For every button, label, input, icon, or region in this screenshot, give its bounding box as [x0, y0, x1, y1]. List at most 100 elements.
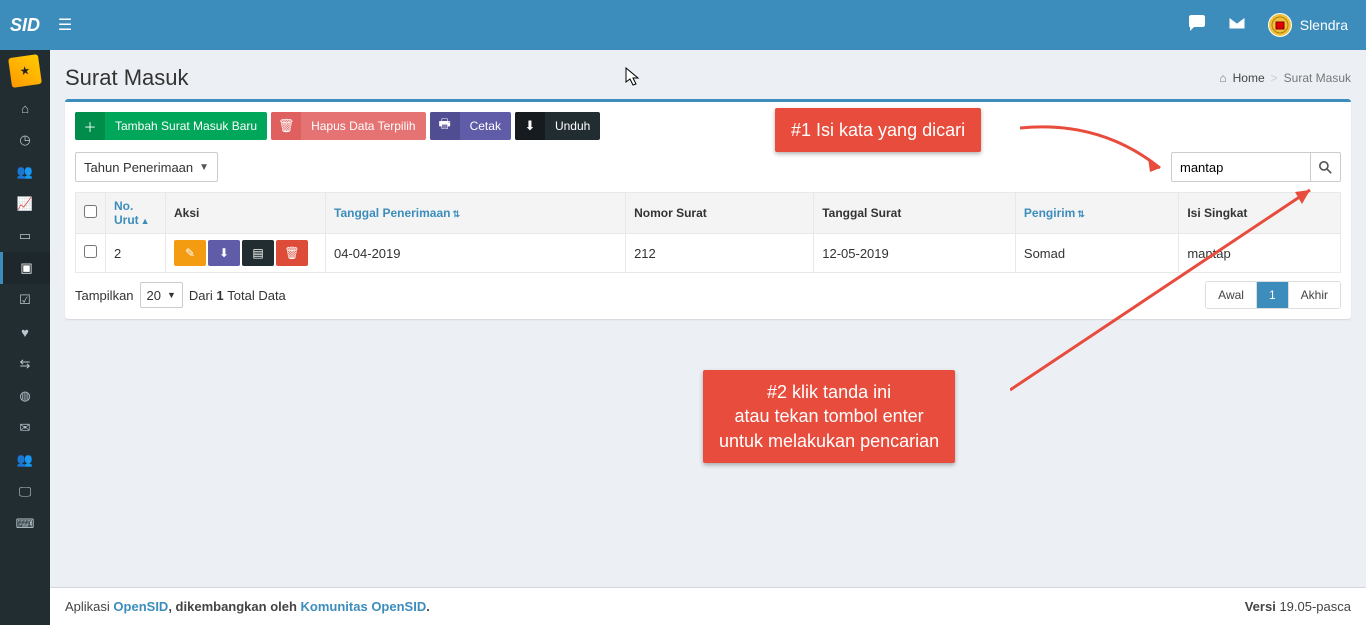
- user-menu[interactable]: Slendra: [1268, 13, 1348, 37]
- sidebar-item-chart[interactable]: 📈: [0, 188, 50, 220]
- col-isi-singkat: Isi Singkat: [1179, 193, 1341, 234]
- year-select-label: Tahun Penerimaan: [84, 160, 193, 175]
- envelope-icon: ✉: [20, 420, 31, 436]
- sidebar: ★ ⌂ ◷ 👥 📈 ▭ ▣ ☑ ♥ ⇆ ◍ ✉ 👥 🖵 ⌨: [0, 50, 50, 625]
- row-delete-button[interactable]: 🗑: [276, 240, 308, 266]
- chart-icon: 📈: [17, 196, 33, 212]
- add-label: Tambah Surat Masuk Baru: [105, 112, 267, 140]
- sidebar-item-group[interactable]: 👥: [0, 444, 50, 476]
- avatar: [1268, 13, 1292, 37]
- col-tanggal-penerimaan[interactable]: Tanggal Penerimaan⇅: [326, 193, 626, 234]
- table-footer: Tampilkan 20 ▼ Dari 1 Total Data Awal 1 …: [75, 281, 1341, 309]
- content-wrapper: Surat Masuk ⌂ Home > Surat Masuk ＋ Tamba…: [50, 50, 1366, 587]
- sidebar-item-monitor[interactable]: 🖵: [0, 476, 50, 508]
- cell-nomor-surat: 212: [626, 234, 814, 273]
- sort-icon: ⇅: [1077, 209, 1085, 219]
- chevron-down-icon: ▼: [199, 162, 209, 173]
- cell-tanggal-penerimaan: 04-04-2019: [326, 234, 626, 273]
- sidebar-item-device[interactable]: ⌨: [0, 508, 50, 540]
- col-pengirim[interactable]: Pengirim⇅: [1015, 193, 1178, 234]
- sidebar-item-globe[interactable]: ◍: [0, 380, 50, 412]
- footer-app-prefix: Aplikasi: [65, 599, 113, 614]
- monitor-icon: 🖵: [19, 484, 32, 500]
- sidebar-brand[interactable]: ★: [0, 50, 50, 92]
- row-download-button[interactable]: ⬇: [208, 240, 240, 266]
- home-icon: ⌂: [21, 101, 29, 116]
- col-nomor-surat: Nomor Surat: [626, 193, 814, 234]
- plus-icon: ＋: [75, 112, 105, 140]
- mail-icon[interactable]: [1228, 16, 1246, 35]
- cell-no: 2: [106, 234, 166, 273]
- breadcrumb-sep: >: [1271, 71, 1278, 85]
- check-icon: ☑: [19, 292, 31, 308]
- page-current[interactable]: 1: [1257, 282, 1289, 308]
- navbar-right: Slendra: [1188, 13, 1366, 37]
- sidebar-item-archive[interactable]: ▣: [0, 252, 50, 284]
- version-label: Versi: [1245, 599, 1276, 614]
- delete-label: Hapus Data Terpilih: [301, 112, 426, 140]
- delete-button[interactable]: 🗑 Hapus Data Terpilih: [271, 112, 426, 140]
- content-header: Surat Masuk ⌂ Home > Surat Masuk: [50, 50, 1366, 99]
- sidebar-item-book[interactable]: ▭: [0, 220, 50, 252]
- file-icon: ▤: [252, 246, 263, 260]
- main-box: ＋ Tambah Surat Masuk Baru 🗑 Hapus Data T…: [65, 99, 1351, 319]
- trash-icon: 🗑: [271, 112, 301, 140]
- version-value: 19.05-pasca: [1279, 599, 1351, 614]
- breadcrumb-current: Surat Masuk: [1284, 71, 1351, 85]
- dashboard-icon: ◷: [19, 132, 30, 148]
- sidebar-item-dashboard[interactable]: ◷: [0, 124, 50, 156]
- app-logo[interactable]: SID: [0, 15, 50, 36]
- page-last[interactable]: Akhir: [1289, 282, 1340, 308]
- footer-community-link[interactable]: Komunitas OpenSID: [301, 599, 427, 614]
- device-icon: ⌨: [16, 516, 35, 532]
- sidebar-item-users[interactable]: 👥: [0, 156, 50, 188]
- search-button[interactable]: [1311, 152, 1341, 182]
- col-aksi: Aksi: [166, 193, 326, 234]
- footer-app-link[interactable]: OpenSID: [113, 599, 168, 614]
- sidebar-toggle[interactable]: ☰: [50, 15, 80, 35]
- sort-asc-icon: ▲: [141, 216, 150, 226]
- print-icon: 🖶: [430, 112, 460, 140]
- page-title: Surat Masuk: [65, 65, 189, 91]
- download-icon: ⬇: [219, 246, 229, 260]
- page-size-select[interactable]: 20 ▼: [140, 282, 183, 308]
- search-wrap: [1171, 152, 1341, 182]
- cell-pengirim: Somad: [1015, 234, 1178, 273]
- download-label: Unduh: [545, 112, 600, 140]
- group-icon: 👥: [17, 452, 33, 468]
- chevron-down-icon: ▼: [167, 290, 176, 300]
- filter-row: Tahun Penerimaan ▼: [75, 152, 1341, 182]
- chat-icon[interactable]: [1188, 15, 1206, 36]
- check-all[interactable]: [84, 205, 97, 218]
- menu-icon: ☰: [58, 15, 72, 35]
- col-no[interactable]: No. Urut▲: [106, 193, 166, 234]
- data-table: No. Urut▲ Aksi Tanggal Penerimaan⇅ Nomor…: [75, 192, 1341, 273]
- file-button[interactable]: ▤: [242, 240, 274, 266]
- year-select[interactable]: Tahun Penerimaan ▼: [75, 152, 218, 182]
- app-footer: Aplikasi OpenSID, dikembangkan oleh Komu…: [50, 587, 1366, 625]
- cell-tanggal-surat: 12-05-2019: [814, 234, 1016, 273]
- total-count: 1: [216, 288, 223, 303]
- show-suffix: Total Data: [227, 288, 286, 303]
- page-first[interactable]: Awal: [1206, 282, 1257, 308]
- print-button[interactable]: 🖶 Cetak: [430, 112, 511, 140]
- cell-isi-singkat: mantap: [1179, 234, 1341, 273]
- row-checkbox[interactable]: [84, 245, 97, 258]
- search-input[interactable]: [1171, 152, 1311, 182]
- breadcrumb-home[interactable]: Home: [1233, 71, 1265, 85]
- signpost-icon: ⇆: [20, 356, 31, 372]
- add-button[interactable]: ＋ Tambah Surat Masuk Baru: [75, 112, 267, 140]
- breadcrumb: ⌂ Home > Surat Masuk: [1219, 71, 1351, 85]
- top-navbar: SID ☰ Slendra: [0, 0, 1366, 50]
- globe-icon: ◍: [19, 388, 30, 404]
- brand-icon: ★: [8, 54, 42, 88]
- edit-button[interactable]: ✎: [174, 240, 206, 266]
- download-icon: ⬇: [515, 112, 545, 140]
- sidebar-item-heart[interactable]: ♥: [0, 316, 50, 348]
- sidebar-item-envelope[interactable]: ✉: [0, 412, 50, 444]
- user-name: Slendra: [1300, 17, 1348, 33]
- sidebar-item-signpost[interactable]: ⇆: [0, 348, 50, 380]
- download-button[interactable]: ⬇ Unduh: [515, 112, 600, 140]
- sidebar-item-home[interactable]: ⌂: [0, 92, 50, 124]
- sidebar-item-check[interactable]: ☑: [0, 284, 50, 316]
